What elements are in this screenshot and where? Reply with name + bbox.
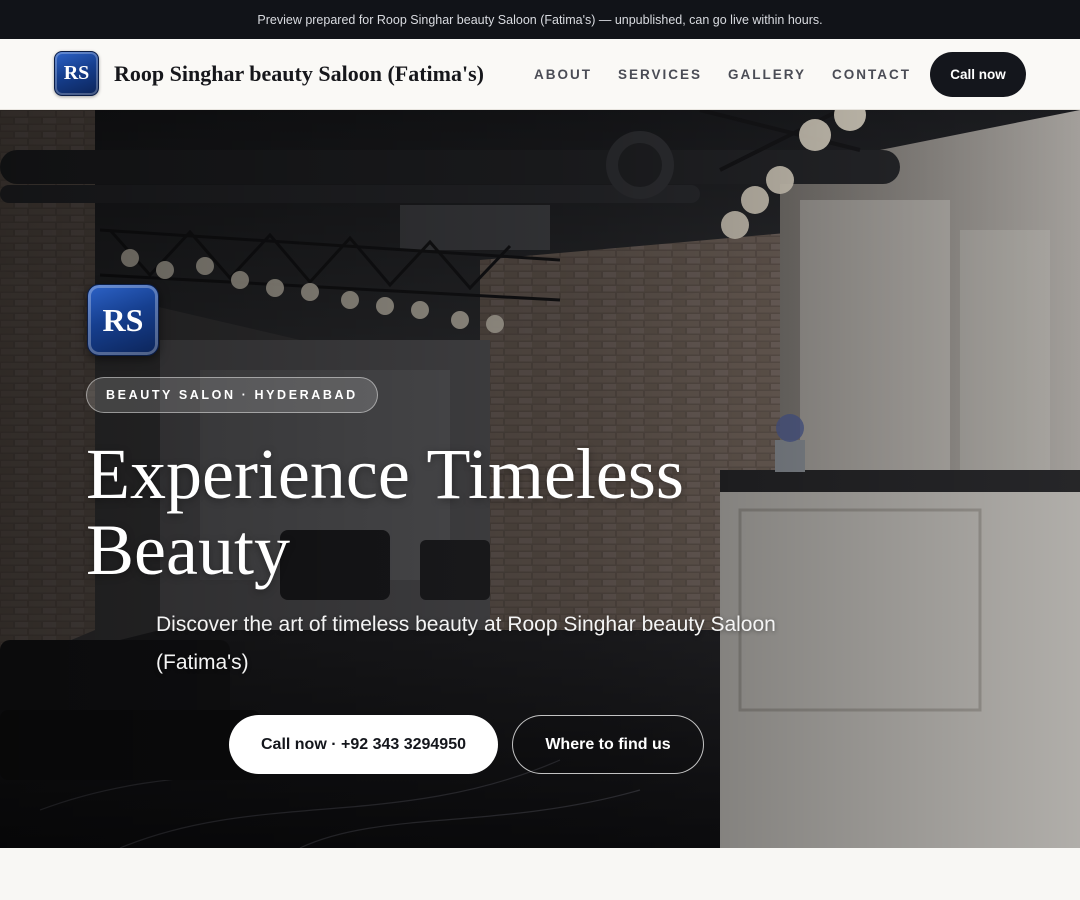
hero-subtitle: Discover the art of timeless beauty at R… [156,613,776,674]
main-nav: ABOUT SERVICES GALLERY CONTACT [534,39,911,109]
site-header: RS Roop Singhar beauty Saloon (Fatima's)… [0,39,1080,110]
nav-link-gallery[interactable]: GALLERY [728,67,806,82]
nav-link-contact[interactable]: CONTACT [832,67,911,82]
hero-eyebrow-badge: BEAUTY SALON · HYDERABAD [86,377,378,413]
brand-name: Roop Singhar beauty Saloon (Fatima's) [114,60,484,86]
nav-call-now-button[interactable]: Call now [930,52,1026,97]
nav-link-about[interactable]: ABOUT [534,67,592,82]
hero-logo: RS [87,284,159,356]
hero-call-now-button[interactable]: Call now · +92 343 3294950 [229,715,498,774]
next-section [0,848,1080,900]
hero-where-to-find-us-button[interactable]: Where to find us [512,715,704,774]
nav-link-services[interactable]: SERVICES [618,67,702,82]
preview-banner-text: Preview prepared for Roop Singhar beauty… [257,12,823,27]
hero-title: Experience Timeless Beauty [86,434,684,590]
hero-section: RS BEAUTY SALON · HYDERABAD Experience T… [0,110,1080,848]
brand-home-link[interactable]: RS Roop Singhar beauty Saloon (Fatima's) [54,51,484,96]
preview-banner: Preview prepared for Roop Singhar beauty… [0,0,1080,39]
brand-logo: RS [54,51,99,96]
